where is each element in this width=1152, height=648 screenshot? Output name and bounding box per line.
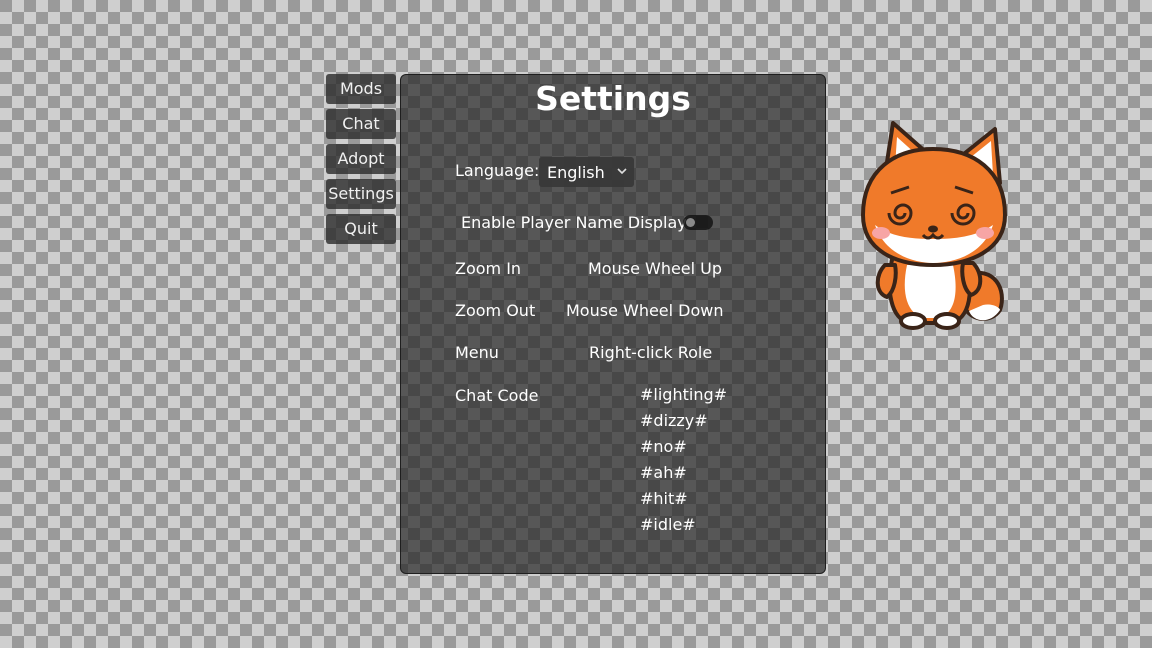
player-name-display-label: Enable Player Name Display [461,213,687,232]
zoom-out-binding[interactable]: Mouse Wheel Down [566,301,724,320]
quit-button[interactable]: Quit [326,214,396,244]
chat-code-item: #lighting# [640,385,728,404]
player-name-display-toggle[interactable] [683,215,713,230]
zoom-in-label: Zoom In [455,259,522,278]
chevron-down-icon [617,168,627,175]
settings-panel: Settings Language: English Enable Player… [400,74,826,574]
adopt-button[interactable]: Adopt [326,144,396,174]
chat-code-label: Chat Code [455,386,539,405]
toggle-knob [686,218,695,227]
settings-button[interactable]: Settings [326,179,396,209]
mods-button[interactable]: Mods [326,74,396,104]
chat-code-item: #no# [640,437,687,456]
zoom-in-binding[interactable]: Mouse Wheel Up [588,259,722,278]
language-value: English [547,163,605,182]
chat-code-item: #dizzy# [640,411,708,430]
chat-code-item: #ah# [640,463,687,482]
fox-character-icon[interactable] [855,115,1010,330]
zoom-out-label: Zoom Out [455,301,536,320]
chat-code-item: #idle# [640,515,696,534]
chat-button[interactable]: Chat [326,109,396,139]
language-select[interactable]: English [539,157,634,187]
settings-title: Settings [535,79,691,118]
menu-binding[interactable]: Right-click Role [589,343,712,362]
language-label: Language: [455,161,540,180]
menu-label: Menu [455,343,499,362]
chat-code-item: #hit# [640,489,688,508]
